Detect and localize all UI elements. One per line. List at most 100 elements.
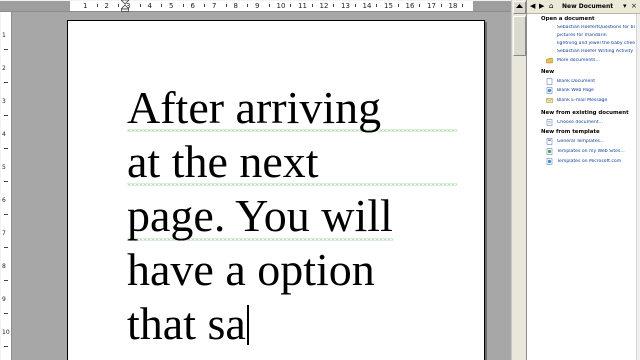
- section-new-title: New: [541, 69, 555, 75]
- ruler-tick: [311, 4, 313, 7]
- ruler-number: 15: [384, 2, 393, 10]
- document-line: have a option: [127, 244, 375, 295]
- ruler-tick: [462, 4, 464, 7]
- vertical-ruler[interactable]: 1 2 3 4 5 6 7 8 9 10: [0, 12, 12, 360]
- ruler-number: 7: [212, 2, 217, 10]
- recent-document-link[interactable]: Sebastian HoefertQuestions for bl: [557, 25, 637, 31]
- ruler-number: 17: [427, 2, 436, 10]
- ruler-tick: [440, 4, 442, 7]
- task-pane-header: ◀ ▶ ⌂ New Document ▾ ×: [527, 0, 640, 14]
- recent-document-link[interactable]: pictures for mandarin: [557, 33, 637, 39]
- ruler-number: 11: [298, 2, 307, 10]
- ruler-tick: [247, 4, 249, 7]
- vertical-ruler-number: 1: [2, 32, 6, 39]
- vertical-ruler-tick: [4, 114, 8, 116]
- scroll-up-button[interactable]: [513, 1, 526, 14]
- ruler-tick: [139, 4, 141, 7]
- triangle-up-icon: [516, 4, 523, 8]
- ruler-number: 18: [448, 2, 458, 10]
- vertical-ruler-number: 2: [2, 65, 6, 72]
- task-pane: ◀ ▶ ⌂ New Document ▾ × Open a document S…: [526, 0, 640, 360]
- document-line: page. You will: [127, 189, 457, 243]
- ruler-number: 2: [104, 2, 109, 10]
- vertical-ruler-number: 8: [2, 263, 6, 270]
- vertical-ruler-tick: [4, 213, 8, 215]
- blank-email-link[interactable]: Blank E-mail Message: [557, 98, 637, 104]
- web-page-icon: [546, 87, 553, 94]
- ruler-tick: [182, 4, 184, 7]
- ruler-number: 9: [255, 2, 260, 10]
- home-icon[interactable]: ⌂: [549, 2, 553, 11]
- choose-document-icon: [546, 119, 553, 126]
- section-existing-title: New from existing document: [541, 110, 629, 116]
- task-pane-title[interactable]: New Document: [562, 2, 613, 11]
- recent-document-link[interactable]: Sebastian Hoefer Writing Activity: [557, 49, 637, 55]
- blank-document-icon: [546, 78, 553, 85]
- ruler-number: 12: [319, 2, 329, 10]
- vertical-ruler-tick: [4, 81, 8, 83]
- document-area: After arriving at the next page. You wil…: [12, 12, 511, 360]
- ruler-tick: [161, 4, 163, 7]
- ruler-tick: [96, 4, 98, 7]
- ruler-number: 1: [83, 2, 88, 10]
- dropdown-icon[interactable]: ▾: [623, 2, 627, 11]
- email-icon: [546, 98, 553, 103]
- horizontal-ruler[interactable]: 1 2 3 4 5 6 7 8 9 10 11 12 13 14 15 16 17 18: [0, 0, 526, 12]
- task-pane-scrollbar[interactable]: [636, 14, 640, 360]
- document-page[interactable]: After arriving at the next page. You wil…: [67, 20, 485, 360]
- ruler-number: 4: [147, 2, 152, 10]
- close-icon[interactable]: ×: [631, 2, 637, 11]
- text-cursor: [246, 305, 249, 345]
- vertical-ruler-number: 4: [2, 131, 6, 138]
- microsoft-templates-link[interactable]: Templates on Microsoft.com: [557, 159, 637, 165]
- indent-marker-icon[interactable]: [121, 0, 129, 12]
- document-line-text: that sa: [127, 298, 246, 349]
- vertical-ruler-number: 9: [2, 296, 6, 303]
- ruler-tick: [118, 4, 120, 7]
- ruler-tick: [290, 4, 292, 7]
- ruler-number: 16: [405, 2, 415, 10]
- vertical-ruler-tick: [4, 147, 8, 149]
- vertical-ruler-tick: [4, 246, 8, 248]
- blank-web-page-link[interactable]: Blank Web Page: [557, 88, 637, 94]
- ruler-number: 13: [341, 2, 350, 10]
- document-text[interactable]: After arriving at the next page. You wil…: [127, 81, 457, 351]
- ruler-number: 6: [190, 2, 195, 10]
- folder-icon: [546, 58, 553, 64]
- template-icon: [546, 138, 553, 145]
- vertical-ruler-number: 7: [2, 230, 6, 237]
- vertical-ruler-number: 6: [2, 197, 6, 204]
- vertical-ruler-tick: [4, 345, 8, 347]
- vertical-ruler-tick: [4, 48, 8, 50]
- ruler-number: 14: [362, 2, 372, 10]
- section-template-title: New from template: [541, 129, 600, 135]
- back-icon[interactable]: ◀: [530, 2, 535, 11]
- recent-document-link[interactable]: lightning and jewel the baby chee: [557, 41, 637, 47]
- vertical-scrollbar[interactable]: [511, 0, 526, 360]
- document-line: After arriving: [127, 81, 457, 135]
- web-template-icon: [546, 148, 553, 155]
- web-sites-templates-link[interactable]: Templates on my Web Sites...: [557, 149, 637, 155]
- forward-icon[interactable]: ▶: [539, 2, 544, 11]
- blank-document-link[interactable]: Blank Document: [557, 79, 637, 85]
- ruler-number: 5: [169, 2, 174, 10]
- more-documents-link[interactable]: More documents...: [557, 58, 637, 64]
- section-open-title: Open a document: [541, 16, 595, 22]
- vertical-ruler-number: 5: [2, 164, 6, 171]
- document-line: at the next: [127, 135, 457, 189]
- document-line-text: page. You will: [127, 190, 393, 241]
- ruler-number: 8: [233, 2, 238, 10]
- ruler-tick: [376, 4, 378, 7]
- ruler-tick: [397, 4, 399, 7]
- ruler-tick: [333, 4, 335, 7]
- scroll-thumb[interactable]: [513, 16, 526, 56]
- ruler-left-margin: [0, 1, 70, 11]
- choose-document-link[interactable]: Choose document...: [557, 120, 637, 126]
- ruler-tick: [354, 4, 356, 7]
- vertical-ruler-tick: [4, 312, 8, 314]
- ruler-tick: [225, 4, 227, 7]
- ruler-tick: [268, 4, 270, 7]
- general-templates-link[interactable]: General Templates...: [557, 139, 637, 145]
- vertical-ruler-tick: [4, 180, 8, 182]
- ruler-tick: [419, 4, 421, 7]
